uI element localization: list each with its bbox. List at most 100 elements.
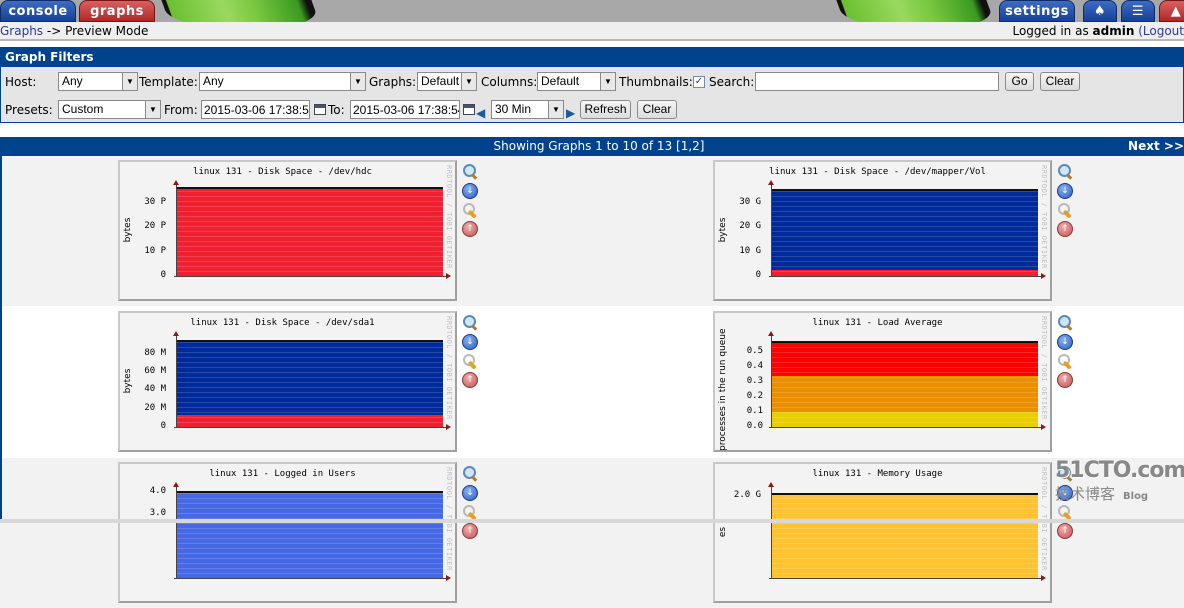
graph-list-header: Showing Graphs 1 to 10 of 13 [1,2] Next … <box>0 137 1184 156</box>
zoom-graph-icon[interactable] <box>1057 315 1073 331</box>
to-date-input[interactable] <box>350 100 460 119</box>
graph-filters-panel: Graph Filters Host: Any ▼ Template: Any ▼ … <box>0 47 1184 123</box>
graph-thumbnail[interactable]: linux 131 - Disk Space - /dev/sda1 80 M 60… <box>118 311 457 452</box>
move-down-icon[interactable]: ↓ <box>1057 183 1073 199</box>
y-axis-label: bytes <box>123 217 133 243</box>
grid-lines <box>771 186 1038 276</box>
template-select[interactable]: Any ▼ <box>199 72 366 91</box>
refresh-button[interactable]: Refresh <box>580 100 631 119</box>
breadcrumb-current: Preview Mode <box>65 24 149 38</box>
zoom-graph-icon[interactable] <box>1057 164 1073 180</box>
move-up-icon[interactable]: ↑ <box>462 221 478 237</box>
graph-thumbnail[interactable]: linux 131 - Memory Usage 2.0 Ges RRDTOOL /… <box>713 462 1052 603</box>
tab-preview-view[interactable]: ▲ <box>1159 0 1184 22</box>
columns-label: Columns: <box>481 75 538 89</box>
login-status: Logged in as admin (Logout <box>1012 22 1184 40</box>
x-axis-arrow <box>446 273 451 279</box>
y-axis-arrow <box>768 482 774 487</box>
tab-tree-view[interactable]: ♠ <box>1083 0 1117 22</box>
calendar-icon[interactable] <box>463 104 475 115</box>
breadcrumb-graphs-link[interactable]: Graphs <box>0 24 43 38</box>
graph-actions: ↓ ↑ <box>462 164 480 240</box>
top-navigation: console graphs settings ♠ ☰ ▲ <box>0 0 1184 22</box>
plot-area <box>176 186 443 276</box>
from-date-input[interactable] <box>201 100 310 119</box>
graph-debug-wrench-icon[interactable] <box>462 504 478 520</box>
graph-thumbnail[interactable]: linux 131 - Load Average 0.5 0.4 0.3 0.2 0.1 0… <box>713 311 1052 452</box>
timespan-select[interactable]: 30 Min ▼ <box>491 100 564 119</box>
grid-lines <box>176 186 443 276</box>
presets-select[interactable]: Custom ▼ <box>58 100 161 119</box>
grid-lines <box>771 488 1038 578</box>
chevron-down-icon: ▼ <box>600 73 615 90</box>
move-up-icon[interactable]: ↑ <box>1057 372 1073 388</box>
x-axis-arrow <box>446 424 451 430</box>
y-axis-label: processes in the run queue <box>718 328 728 451</box>
y-tick-label: 3.0 <box>149 507 166 518</box>
graph-mountain-icon: ▲ <box>1170 4 1182 19</box>
y-axis <box>176 184 177 276</box>
columns-select[interactable]: Default ▼ <box>537 72 616 91</box>
y-axis-label: bytes <box>718 217 728 243</box>
y-axis-label: bytes <box>123 368 133 394</box>
shift-left-icon[interactable]: ◀ <box>476 103 485 123</box>
login-user: admin <box>1092 24 1135 38</box>
next-page-link[interactable]: Next >> <box>1128 137 1184 156</box>
y-axis <box>176 486 177 578</box>
graph-thumbnail[interactable]: linux 131 - Logged in Users 4.0 3.0 RRDTOOL… <box>118 462 457 603</box>
tab-settings[interactable]: settings <box>999 0 1075 22</box>
y-tick-label: 0.0 <box>746 421 763 431</box>
zoom-graph-icon[interactable] <box>462 466 478 482</box>
calendar-icon[interactable] <box>314 104 326 115</box>
logout-link[interactable]: (Logout <box>1138 24 1184 38</box>
y-axis <box>771 486 772 578</box>
thumbnails-checkbox[interactable]: ✓ <box>693 76 705 88</box>
chevron-down-icon: ▼ <box>461 73 476 90</box>
graph-debug-wrench-icon[interactable] <box>1057 353 1073 369</box>
plot-area <box>176 337 443 427</box>
move-down-icon[interactable]: ↓ <box>462 334 478 350</box>
banner-graphic-right <box>832 0 998 22</box>
graph-thumbnail[interactable]: linux 131 - Disk Space - /dev/hdc 30 P 20 … <box>118 160 457 301</box>
x-axis <box>769 276 1042 277</box>
graph-title: linux 131 - Disk Space - /dev/sda1 <box>190 318 375 328</box>
zoom-graph-icon[interactable] <box>462 164 478 180</box>
graph-thumbnail[interactable]: linux 131 - Disk Space - /dev/mapper/Vol… <box>713 160 1052 301</box>
go-button[interactable]: Go <box>1005 72 1034 91</box>
graph-debug-wrench-icon[interactable] <box>1057 202 1073 218</box>
move-up-icon[interactable]: ↑ <box>1057 523 1073 539</box>
chevron-down-icon: ▼ <box>548 101 563 118</box>
clear-search-button[interactable]: Clear <box>1040 72 1080 91</box>
x-axis-arrow <box>1041 273 1046 279</box>
x-axis-arrow <box>1041 424 1046 430</box>
move-down-icon[interactable]: ↓ <box>1057 334 1073 350</box>
x-axis <box>769 578 1042 579</box>
move-down-icon[interactable]: ↓ <box>462 183 478 199</box>
top-line <box>771 188 1038 191</box>
graph-debug-wrench-icon[interactable] <box>462 353 478 369</box>
tab-list-view[interactable]: ☰ <box>1121 0 1155 22</box>
tab-graphs[interactable]: graphs <box>79 0 155 22</box>
y-axis-label: es <box>718 526 728 538</box>
y-tick-label: 0.1 <box>746 406 763 416</box>
showing-graphs-text: Showing Graphs 1 to 10 of 13 [1,2] <box>493 139 705 153</box>
plot-area <box>771 337 1038 427</box>
horizontal-scrollbar[interactable] <box>0 519 1184 523</box>
zoom-graph-icon[interactable] <box>462 315 478 331</box>
tab-console[interactable]: console <box>0 0 76 22</box>
host-select[interactable]: Any ▼ <box>58 72 138 91</box>
clear-button[interactable]: Clear <box>637 100 677 119</box>
graphs-select[interactable]: Default ▼ <box>417 72 477 91</box>
move-down-icon[interactable]: ↓ <box>462 485 478 501</box>
graph-filters-title: Graph Filters <box>1 48 1183 67</box>
rrdtool-credit: RRDTOOL / TOBI OETIKER <box>445 316 453 420</box>
graph-debug-wrench-icon[interactable] <box>462 202 478 218</box>
move-up-icon[interactable]: ↑ <box>462 372 478 388</box>
search-input[interactable] <box>755 72 999 91</box>
y-axis-arrow <box>173 331 179 336</box>
graph-title: linux 131 - Disk Space - /dev/mapper/Vol <box>769 167 986 177</box>
move-up-icon[interactable]: ↑ <box>462 523 478 539</box>
presets-label: Presets: <box>5 103 53 117</box>
move-up-icon[interactable]: ↑ <box>1057 221 1073 237</box>
shift-right-icon[interactable]: ▶ <box>566 103 575 123</box>
